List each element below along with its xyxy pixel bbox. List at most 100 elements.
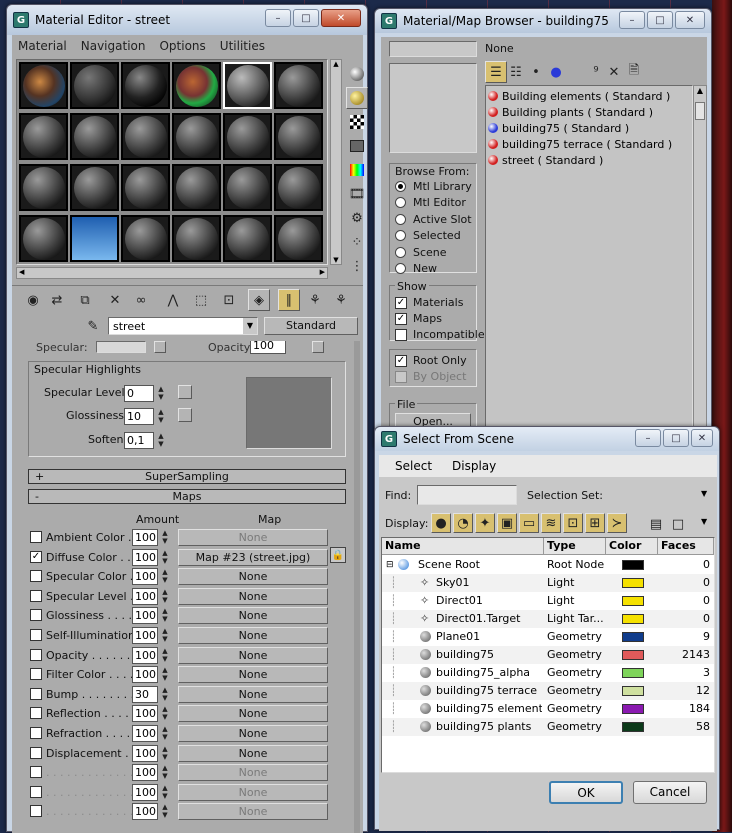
sample-slot[interactable] <box>19 113 68 160</box>
map-amount-spinner[interactable]: 100 <box>132 783 158 801</box>
table-row[interactable]: ┊ building75 plants Geometry 58 <box>382 718 714 736</box>
spinner-arrows-icon[interactable]: ▲ ▼ <box>160 666 170 683</box>
browser-material-list[interactable]: Building elements ( Standard ) Building p… <box>485 85 693 427</box>
backlight-icon[interactable] <box>346 87 368 109</box>
minimize-button[interactable]: – <box>619 11 645 29</box>
close-button[interactable]: ✕ <box>691 429 713 447</box>
get-material-icon[interactable]: ◉ <box>22 289 44 311</box>
map-slot-button[interactable]: None <box>178 685 328 703</box>
specular-map-button[interactable] <box>154 341 166 353</box>
sample-slot[interactable] <box>19 62 68 109</box>
sample-slot[interactable] <box>223 215 272 262</box>
map-amount-spinner[interactable]: 100 <box>132 529 158 546</box>
minimize-button[interactable]: – <box>635 429 661 447</box>
sample-slot[interactable] <box>70 113 119 160</box>
show-checkbox[interactable] <box>395 329 407 341</box>
select-from-scene-titlebar[interactable]: G Select From Scene – □ ✕ <box>375 427 719 451</box>
map-enable-checkbox[interactable] <box>30 629 42 641</box>
browser-list-item[interactable]: street ( Standard ) <box>486 152 603 168</box>
map-enable-checkbox[interactable]: ✓ <box>30 550 42 563</box>
spinner-arrows-icon[interactable]: ▲ ▼ <box>160 549 170 566</box>
object-color-swatch[interactable] <box>622 578 644 588</box>
maximize-button[interactable]: □ <box>647 11 673 29</box>
map-enable-checkbox[interactable] <box>30 570 42 583</box>
specular-level-map-button[interactable] <box>178 385 192 399</box>
browser-list-item[interactable]: building75 ( Standard ) <box>486 120 629 136</box>
menu-item-navigation[interactable]: Navigation <box>81 39 146 53</box>
browse-from-radio[interactable] <box>395 263 406 274</box>
sample-slot[interactable] <box>121 215 170 262</box>
panel-scrollbar[interactable] <box>354 341 360 833</box>
make-preview-icon[interactable]: 🎞 <box>346 183 368 205</box>
sample-slot[interactable] <box>19 215 68 262</box>
lock-icon[interactable]: 🔒 <box>330 547 346 563</box>
col-header-name[interactable]: Name <box>382 538 544 555</box>
table-row[interactable]: ┊ ✧ Sky01 Light 0 <box>382 574 714 592</box>
map-slot-button[interactable]: None <box>178 627 328 644</box>
browse-from-radio[interactable] <box>395 213 406 225</box>
view-list-icons-icon[interactable]: ☷ <box>505 61 527 83</box>
sample-slot[interactable] <box>274 215 323 262</box>
display-none-icon[interactable]: □ <box>667 513 689 535</box>
spinner-arrows-icon[interactable]: ▲ ▼ <box>160 529 170 546</box>
background-checker-icon[interactable] <box>346 111 368 133</box>
display-groups-icon[interactable]: ⊡ <box>563 513 583 533</box>
sample-slot[interactable] <box>121 164 170 211</box>
show-checkbox[interactable]: ✓ <box>395 313 407 325</box>
spinner-arrows-icon[interactable]: ▲ ▼ <box>160 647 170 664</box>
sample-slot[interactable] <box>19 164 68 211</box>
minimize-button[interactable]: – <box>265 9 291 27</box>
spinner-arrows-icon[interactable]: ▲ ▼ <box>160 764 170 781</box>
browse-from-radio[interactable] <box>395 181 406 192</box>
map-enable-checkbox[interactable] <box>30 589 42 602</box>
ok-button[interactable]: OK <box>549 781 623 804</box>
display-xrefs-icon[interactable]: ⊞ <box>585 513 605 533</box>
sample-slot[interactable] <box>274 62 323 109</box>
root-only-checkbox[interactable]: ✓ <box>395 355 407 367</box>
map-slot-button[interactable]: None <box>178 666 328 684</box>
specular-color-swatch[interactable] <box>96 341 146 353</box>
show-checkbox[interactable]: ✓ <box>395 297 407 309</box>
map-slot-button[interactable]: None <box>178 607 328 625</box>
sfs-menu-item-display[interactable]: Display <box>452 459 496 473</box>
sample-slot[interactable] <box>70 62 119 109</box>
sample-slot[interactable] <box>223 113 272 160</box>
spinner-arrows-icon[interactable]: ▲ ▼ <box>156 385 166 402</box>
put-to-scene-icon[interactable]: ⇄ <box>46 289 68 311</box>
map-slot-button[interactable]: None <box>178 725 328 742</box>
uv-tiling-icon[interactable] <box>346 135 368 157</box>
table-row[interactable]: ┊ Plane01 Geometry 9 <box>382 628 714 646</box>
display-spacewarps-icon[interactable]: ≋ <box>541 513 561 533</box>
browser-titlebar[interactable]: G Material/Map Browser - building75 – □ … <box>375 9 711 33</box>
sample-slot[interactable] <box>274 113 323 160</box>
map-amount-spinner[interactable]: 100 <box>132 627 158 644</box>
go-to-parent-icon[interactable]: ∥ <box>278 289 300 311</box>
table-row[interactable]: ┊ building75 Geometry 2143 <box>382 646 714 664</box>
close-button[interactable]: ✕ <box>675 11 705 29</box>
map-enable-checkbox[interactable] <box>30 531 42 543</box>
map-slot-button[interactable]: None <box>178 646 328 664</box>
make-unique-icon[interactable]: ∞ <box>130 289 152 311</box>
view-list-icon[interactable]: ☰ <box>485 61 507 83</box>
map-slot-button[interactable]: None <box>178 803 328 821</box>
col-header-type[interactable]: Type <box>544 538 606 555</box>
scroll-right-icon[interactable]: ▶ <box>320 268 325 276</box>
object-color-swatch[interactable] <box>622 668 644 678</box>
object-color-swatch[interactable] <box>622 704 644 714</box>
slots-vertical-scrollbar[interactable]: ▲ ▼ <box>330 59 342 265</box>
map-amount-spinner[interactable]: 100 <box>132 548 158 566</box>
supersampling-rollout[interactable]: + SuperSampling <box>28 469 346 484</box>
table-row[interactable]: ┊ ✧ Direct01 Light 0 <box>382 592 714 610</box>
map-enable-checkbox[interactable] <box>30 648 42 661</box>
map-slot-button[interactable]: Map #23 (street.jpg) <box>178 548 328 566</box>
display-helpers-icon[interactable]: ▭ <box>519 513 539 533</box>
sample-slot[interactable] <box>121 113 170 160</box>
specular-level-spinner[interactable]: 0 <box>124 385 154 402</box>
show-end-result-icon[interactable]: ◈ <box>248 289 270 311</box>
maps-rollout[interactable]: - Maps <box>28 489 346 504</box>
scroll-up-icon[interactable]: ▲ <box>331 60 341 68</box>
map-amount-spinner[interactable]: 100 <box>132 803 158 821</box>
map-amount-spinner[interactable]: 100 <box>132 607 158 625</box>
browser-list-scrollbar[interactable]: ▲ <box>693 85 707 427</box>
display-bones-icon[interactable]: ≻ <box>607 513 627 533</box>
